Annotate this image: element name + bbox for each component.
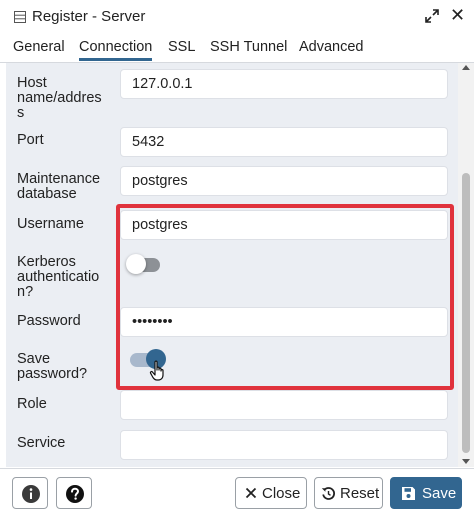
help-icon xyxy=(66,485,84,503)
reset-button[interactable]: Reset xyxy=(314,477,383,509)
password-label: Password xyxy=(17,313,81,329)
kerberos-toggle-knob xyxy=(126,254,146,274)
port-value: 5432 xyxy=(132,134,165,150)
reset-button-label: Reset xyxy=(340,485,380,502)
title-bar[interactable]: Register - Server ✕ xyxy=(0,0,474,34)
host-input[interactable]: 127.0.0.1 xyxy=(120,69,448,99)
username-value: postgres xyxy=(132,217,188,233)
save-password-label: Save password? xyxy=(17,351,88,382)
port-input[interactable]: 5432 xyxy=(120,127,448,157)
tab-general[interactable]: General xyxy=(13,39,65,55)
save-icon xyxy=(402,487,415,500)
maintenance-db-value: postgres xyxy=(132,173,188,189)
scroll-down-arrow-icon[interactable] xyxy=(462,459,470,464)
kerberos-label: Kerberos authenticatio n? xyxy=(17,254,100,300)
scroll-up-arrow-icon[interactable] xyxy=(462,65,470,70)
scroll-thumb[interactable] xyxy=(462,173,470,453)
host-label: Host name/addres s xyxy=(17,75,102,121)
tab-ssh-tunnel[interactable]: SSH Tunnel xyxy=(210,39,287,55)
username-label: Username xyxy=(17,216,84,232)
tab-ssl[interactable]: SSL xyxy=(168,39,195,55)
dialog-footer: Close Reset Save xyxy=(0,468,474,519)
host-value: 127.0.0.1 xyxy=(132,76,193,92)
password-value: •••••••• xyxy=(132,314,173,330)
close-button[interactable]: Close xyxy=(235,477,307,509)
close-icon[interactable]: ✕ xyxy=(450,6,465,24)
kerberos-toggle[interactable] xyxy=(126,254,160,274)
role-input[interactable] xyxy=(120,390,448,420)
reset-icon xyxy=(321,487,335,500)
service-input[interactable] xyxy=(120,430,448,460)
maintenance-db-label: Maintenance database xyxy=(17,171,101,202)
tab-connection[interactable]: Connection xyxy=(79,39,153,61)
tab-bar: General Connection SSL SSH Tunnel Advanc… xyxy=(0,34,474,63)
role-label: Role xyxy=(17,396,47,412)
port-label: Port xyxy=(17,132,44,148)
save-button-label: Save xyxy=(422,485,457,502)
hand-pointer-icon xyxy=(149,360,164,381)
connection-form: Host name/addres s 127.0.0.1 Port 5432 M… xyxy=(6,63,458,467)
vertical-scrollbar[interactable] xyxy=(458,63,474,467)
maintenance-db-input[interactable]: postgres xyxy=(120,166,448,196)
save-button[interactable]: Save xyxy=(390,477,462,509)
expand-icon[interactable] xyxy=(424,8,440,24)
username-input[interactable]: postgres xyxy=(120,210,448,240)
window-title: Register - Server xyxy=(32,8,146,25)
tab-advanced[interactable]: Advanced xyxy=(299,39,364,55)
register-server-dialog: Register - Server ✕ General Connection S… xyxy=(0,0,474,519)
close-button-label: Close xyxy=(262,485,301,502)
close-x-icon xyxy=(245,487,257,499)
info-button[interactable] xyxy=(12,477,48,509)
service-label: Service xyxy=(17,435,66,451)
server-icon xyxy=(14,11,26,23)
info-icon xyxy=(22,485,40,503)
password-input[interactable]: •••••••• xyxy=(120,307,448,337)
help-button[interactable] xyxy=(56,477,92,509)
